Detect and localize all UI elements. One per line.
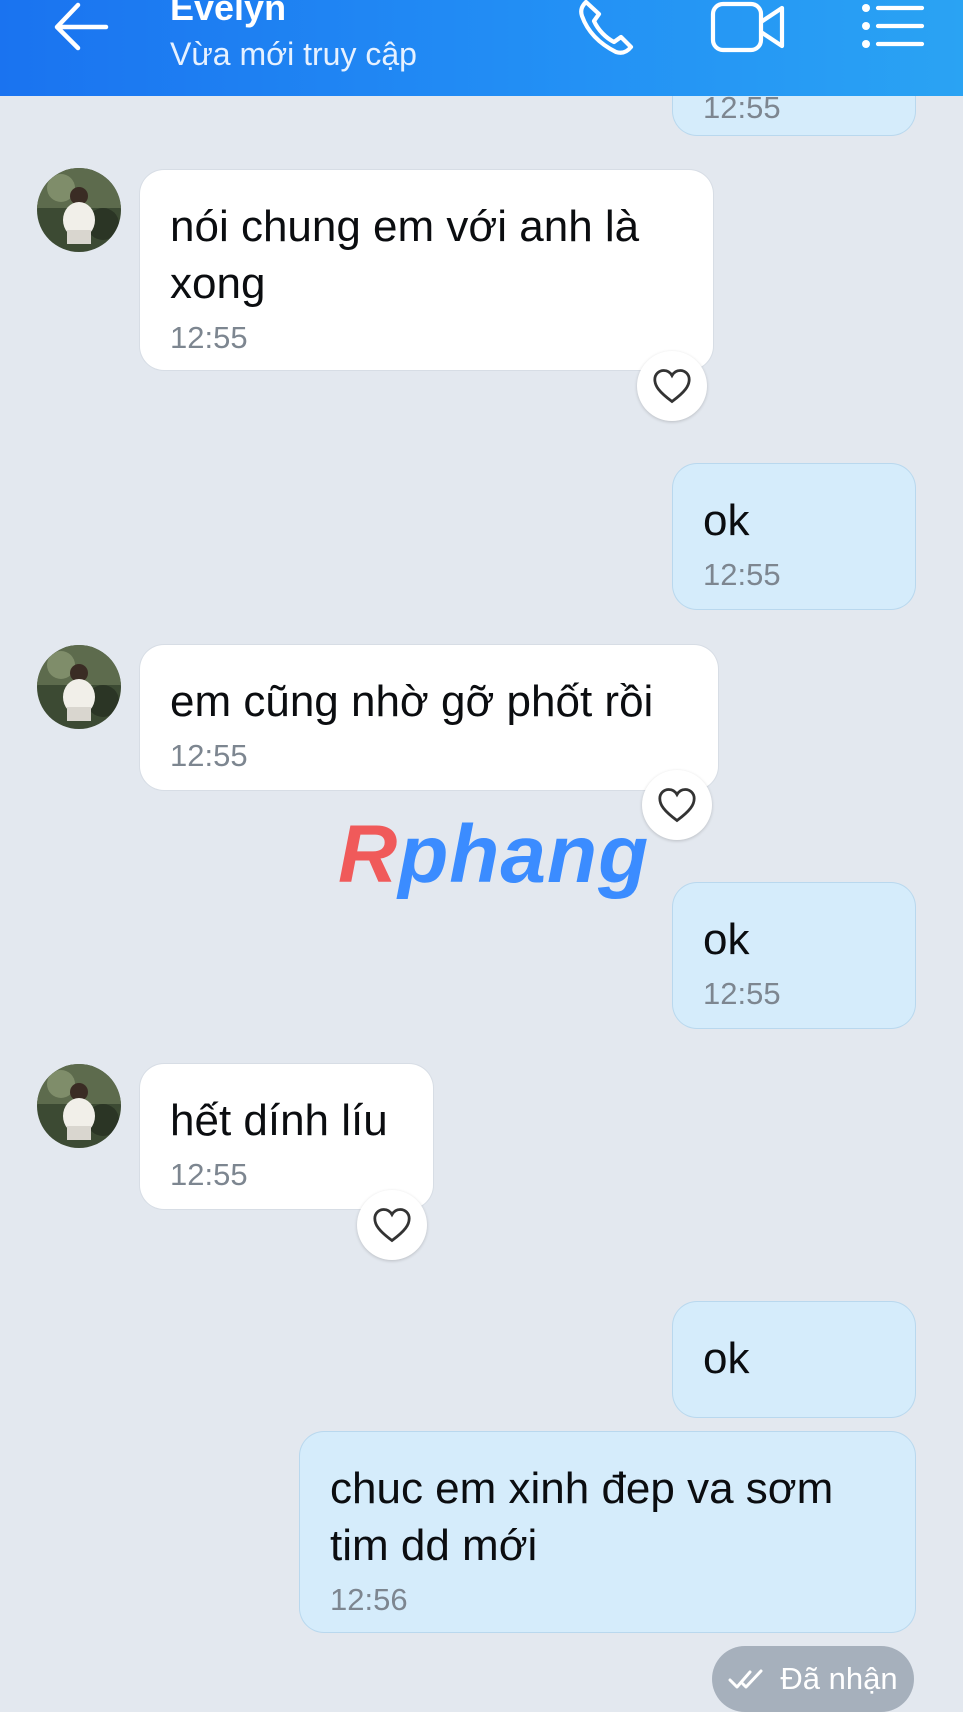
call-button[interactable] bbox=[572, 0, 638, 56]
message-time: 12:55 bbox=[703, 976, 781, 1011]
contact-name[interactable]: Evelyn bbox=[170, 0, 286, 28]
double-check-icon bbox=[728, 1669, 763, 1689]
delivery-status-text: Đã nhận bbox=[780, 1661, 898, 1696]
heart-icon bbox=[653, 369, 691, 404]
message-text: ok bbox=[703, 1334, 750, 1383]
message-time: 12:56 bbox=[330, 1582, 408, 1617]
chat-area[interactable]: 12:55 nói chung em với anh là xong 12:55… bbox=[0, 0, 963, 1712]
phone-icon bbox=[579, 0, 634, 55]
message-time: 12:55 bbox=[703, 557, 781, 592]
message-outgoing[interactable]: chuc em xinh đep va sơm tim dd mới 12:56 bbox=[300, 1432, 915, 1632]
watermark-logo: Rphang bbox=[338, 809, 650, 900]
message-text: nói chung em với anh là xong bbox=[170, 202, 640, 308]
message-outgoing[interactable]: ok 12:55 bbox=[673, 883, 915, 1028]
message-text: ok bbox=[703, 915, 750, 964]
video-call-button[interactable] bbox=[710, 0, 786, 56]
message-time: 12:55 bbox=[170, 738, 248, 773]
message-incoming[interactable]: em cũng nhờ gỡ phốt rồi 12:55 bbox=[140, 645, 718, 790]
contact-avatar[interactable] bbox=[37, 168, 121, 252]
contact-avatar[interactable] bbox=[37, 1064, 121, 1148]
message-text: em cũng nhờ gỡ phốt rồi bbox=[170, 677, 654, 726]
message-incoming[interactable]: nói chung em với anh là xong 12:55 bbox=[140, 170, 713, 370]
message-incoming[interactable]: hết dính líu 12:55 bbox=[140, 1064, 433, 1209]
video-call-icon bbox=[710, 1, 785, 53]
back-arrow-icon bbox=[54, 2, 109, 51]
reaction-heart-button[interactable] bbox=[637, 351, 707, 421]
message-text: chuc em xinh đep va sơm tim dd mới bbox=[330, 1464, 834, 1570]
contact-avatar[interactable] bbox=[37, 645, 121, 729]
message-outgoing[interactable]: ok 12:55 bbox=[673, 464, 915, 609]
message-outgoing[interactable]: ok bbox=[673, 1302, 915, 1417]
delivery-status-badge: Đã nhận bbox=[712, 1646, 914, 1712]
heart-icon bbox=[658, 788, 696, 823]
menu-button[interactable] bbox=[860, 0, 926, 56]
message-time: 12:55 bbox=[170, 320, 248, 355]
message-text: hết dính líu bbox=[170, 1096, 388, 1145]
back-button[interactable] bbox=[52, 0, 118, 56]
reaction-heart-button[interactable] bbox=[357, 1190, 427, 1260]
contact-status: Vừa mới truy cập bbox=[170, 36, 417, 72]
heart-icon bbox=[373, 1208, 411, 1243]
message-time: 12:55 bbox=[170, 1157, 248, 1192]
menu-list-icon bbox=[862, 4, 925, 48]
message-text: ok bbox=[703, 496, 750, 545]
chat-header: Evelyn Vừa mới truy cập bbox=[0, 0, 963, 96]
reaction-heart-button[interactable] bbox=[642, 770, 712, 840]
